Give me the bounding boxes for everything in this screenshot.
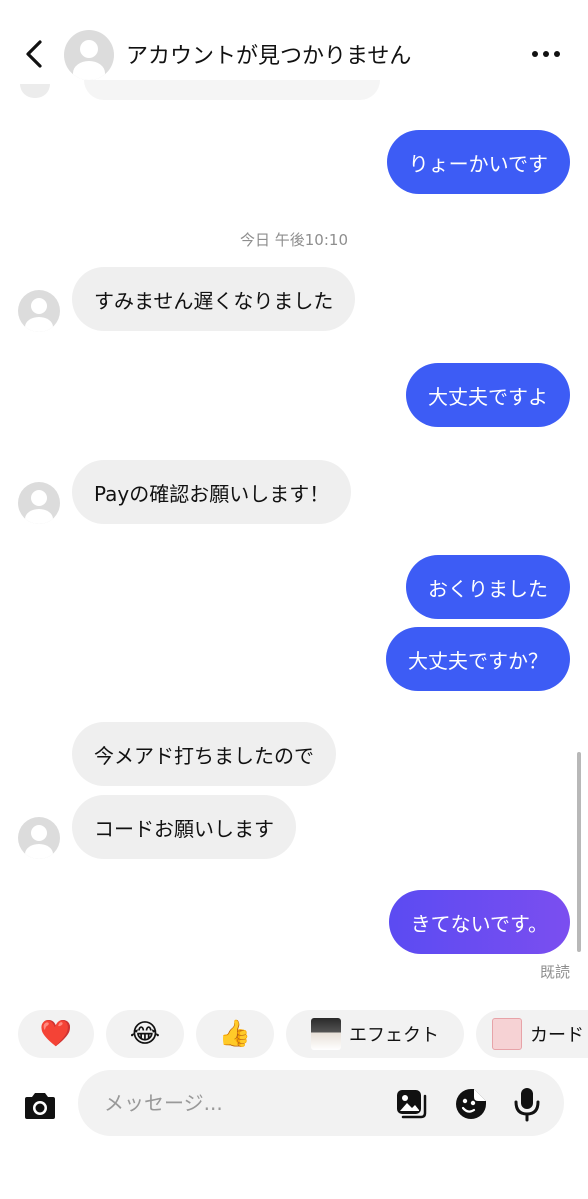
message-outgoing[interactable]: きてないです。 [388,890,570,954]
effect-label: エフェクト [349,1025,439,1046]
heart-reaction-button[interactable]: ❤️ [18,1010,94,1058]
microphone-icon [514,1088,540,1122]
sticker-icon [456,1089,486,1119]
quick-reaction-bar: ❤️ 😂 👍 エフェクト カード [0,1010,588,1058]
message-outgoing[interactable]: りょーかいです [386,130,570,194]
card-button[interactable]: カード [476,1010,588,1058]
sticker-button[interactable] [452,1085,490,1123]
scrollbar[interactable] [577,752,581,952]
read-receipt: 既読 [539,963,570,981]
chat-header: アカウントが見つかりません [0,0,588,100]
previous-avatar [20,84,50,98]
message-outgoing[interactable]: おくりました [406,555,570,619]
camera-button[interactable] [18,1084,62,1128]
effect-thumbnail [311,1018,341,1050]
message-incoming[interactable]: Payの確認お願いします！ [72,460,352,524]
message-outgoing[interactable]: 大丈夫ですよ [406,363,570,427]
thumbs-up-icon: 👍 [218,1019,252,1049]
message-incoming[interactable]: コードお願いします [72,795,296,859]
gallery-icon [397,1090,427,1119]
message-incoming[interactable]: すみません遅くなりました [72,267,356,331]
laughing-emoji-icon: 😂 [129,1019,161,1049]
timestamp: 今日 午後10:10 [240,231,348,249]
gallery-button[interactable] [392,1085,430,1123]
message-composer [0,1062,588,1152]
back-chevron-icon [26,40,42,68]
message-incoming[interactable]: 今メアド打ちましたので [72,722,336,786]
message-outgoing[interactable]: 大丈夫ですか？ [386,627,570,691]
previous-message-bubble [84,80,380,100]
microphone-button[interactable] [508,1085,546,1123]
contact-avatar[interactable] [64,30,114,80]
more-options-button[interactable] [526,40,566,68]
card-thumbnail [492,1018,522,1050]
effect-button[interactable]: エフェクト [286,1010,464,1058]
back-button[interactable] [16,34,52,74]
laugh-reaction-button[interactable]: 😂 [106,1010,184,1058]
camera-icon [25,1093,55,1119]
more-dots-icon [532,51,538,57]
heart-icon: ❤️ [39,1019,73,1049]
thumbs-up-reaction-button[interactable]: 👍 [196,1010,274,1058]
sender-avatar[interactable] [18,290,60,332]
message-input[interactable] [104,1070,384,1136]
contact-name[interactable]: アカウントが見つかりません [126,38,411,70]
sender-avatar[interactable] [18,817,60,859]
message-input-field[interactable] [78,1070,564,1136]
card-label: カード [530,1025,584,1046]
sender-avatar[interactable] [18,482,60,524]
